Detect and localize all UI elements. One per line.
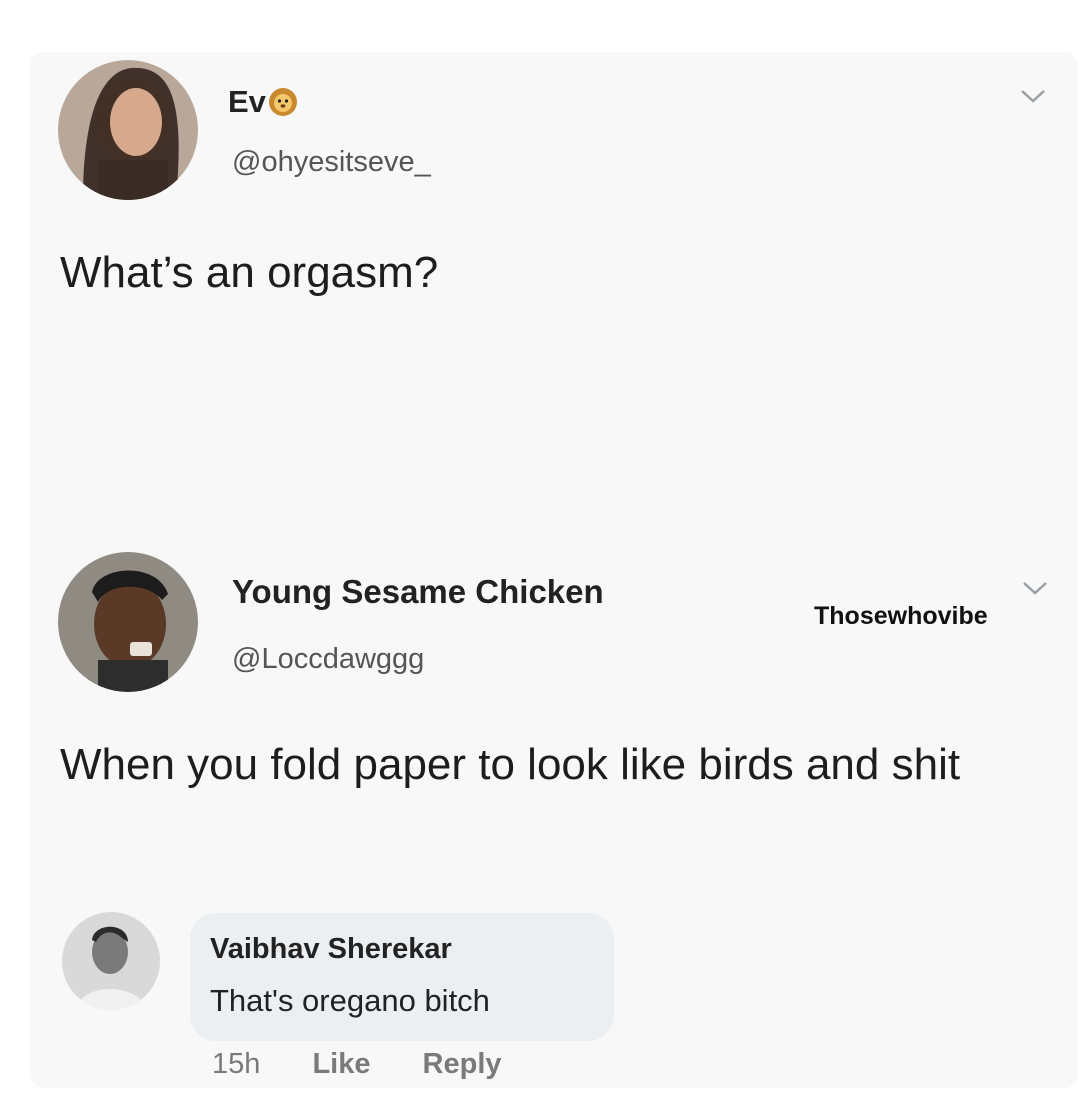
display-name-ev[interactable]: Ev [228,84,298,120]
comment-author[interactable]: Vaibhav Sherekar [210,933,452,966]
handle-ev[interactable]: @ohyesitseve_ [232,146,431,179]
reply-button[interactable]: Reply [423,1048,502,1080]
comment-text: That's oregano bitch [210,983,490,1018]
watermark: Thosewhovibe [814,602,988,630]
avatar-photo-icon [58,552,198,692]
avatar-photo-icon [62,912,160,1010]
handle-loccdawggg[interactable]: @Loccdawggg [232,643,424,676]
comment-timestamp: 15h [212,1048,261,1080]
avatar-ev[interactable] [58,60,198,200]
lion-face-icon [268,87,298,117]
tweet-text-ev: What’s an orgasm? [60,248,439,297]
tweet-text-young-sesame-chicken: When you fold paper to look like birds a… [60,740,961,789]
chevron-down-icon[interactable] [1020,88,1046,104]
like-button[interactable]: Like [312,1048,370,1080]
comment-actions: 15h Like Reply [212,1048,546,1081]
avatar-young-sesame-chicken[interactable] [58,552,198,692]
display-name-young-sesame-chicken[interactable]: Young Sesame Chicken [232,573,604,611]
chevron-down-icon[interactable] [1022,580,1048,596]
display-name-text: Ev [228,84,266,119]
avatar-vaibhav-sherekar[interactable] [62,912,160,1010]
avatar-photo-icon [58,60,198,200]
comment-bubble: Vaibhav Sherekar That's oregano bitch [190,913,614,1041]
